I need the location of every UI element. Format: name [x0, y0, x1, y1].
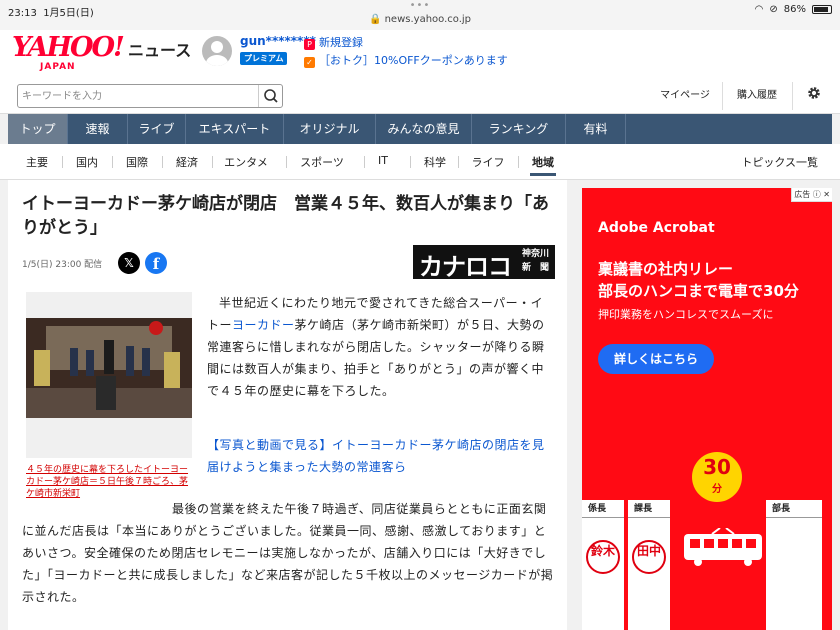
divider [458, 156, 459, 168]
premium-badge: プレミアム [240, 52, 288, 65]
global-nav: トップ 速報 ライブ エキスパート オリジナル みんなの意見 ランキング 有料 [8, 114, 832, 144]
photo-video-link[interactable]: 【写真と動画で見る】イトーヨーカドー茅ケ崎店の閉店を見届けようと集まった大勢の常… [207, 434, 555, 478]
coupon-link[interactable]: ✓ ［おトク］10%OFFクーポンあります [304, 52, 508, 68]
divider [518, 156, 519, 168]
divider [62, 156, 63, 168]
gear-icon [808, 87, 820, 99]
global-nav-tab[interactable]: 有料 [566, 114, 626, 144]
train-icon [684, 528, 762, 566]
mypage-link[interactable]: マイページ [650, 84, 720, 108]
category-tab[interactable]: スポーツ [298, 154, 346, 176]
article-paragraph: 半世紀近くにわたり地元で愛されてきた総合スーパー・イトーヨーカドー茅ケ崎店（茅ケ… [207, 296, 545, 398]
status-icons: ◠ ⊘ 86% [755, 4, 832, 15]
news-service-label[interactable]: ニュース [128, 37, 191, 61]
article-photo[interactable] [26, 292, 192, 458]
divider [286, 156, 287, 168]
ad-stamp-card: 課長 田中 [628, 500, 670, 630]
category-tab[interactable]: IT [376, 154, 390, 176]
site-header: YAHOO! JAPAN ニュース gun******** プレミアム P 新規登… [0, 30, 840, 78]
url-bar[interactable]: 🔒 news.yahoo.co.jp [0, 14, 840, 25]
x-icon: 𝕏 [124, 256, 134, 270]
global-nav-tab[interactable]: ライブ [128, 114, 186, 144]
purchase-history-link[interactable]: 購入履歴 [724, 84, 790, 108]
search-button[interactable] [258, 85, 282, 107]
ad-stamp: 田中 [632, 540, 666, 574]
category-tab[interactable]: 地域 [530, 154, 556, 176]
category-tab[interactable]: 科学 [422, 154, 448, 176]
global-nav-tab[interactable]: オリジナル [284, 114, 376, 144]
orientation-lock-icon: ⊘ [769, 4, 778, 15]
category-tab[interactable]: 経済 [174, 154, 200, 176]
info-icon[interactable]: ⓘ [813, 190, 821, 199]
divider [722, 82, 723, 110]
status-bar: 23:13 1月5日(日) ••• 🔒 news.yahoo.co.jp ◠ ⊘… [0, 0, 840, 30]
photo-caption-link[interactable]: ４５年の歴史に幕を下ろしたイトーヨーカドー茅ケ崎店＝５日午後７時ごろ、茅ケ崎市新… [26, 464, 192, 500]
publisher-logo[interactable]: カナロコ 神奈川新 聞 [413, 245, 555, 281]
global-nav-tab[interactable]: エキスパート [186, 114, 284, 144]
category-tab[interactable]: 国際 [124, 154, 150, 176]
global-nav-tab[interactable]: 速報 [68, 114, 128, 144]
ad-brand: Adobe Acrobat [598, 220, 715, 236]
ad-headline-1: 稟議書の社内リレー [598, 260, 734, 278]
category-tab[interactable]: 主要 [24, 154, 50, 176]
ad-label[interactable]: 広告 ⓘ ✕ [791, 188, 832, 202]
ad-banner[interactable]: 広告 ⓘ ✕ Adobe Acrobat 稟議書の社内リレー 部長のハンコまで電… [582, 188, 832, 630]
article: イトーヨーカドー茅ケ崎店が閉店 営業４５年、数百人が集まり「ありがとう」 1/5… [8, 180, 567, 630]
ad-badge: 30 分 [692, 452, 742, 502]
category-tab[interactable]: ライフ [470, 154, 506, 176]
ad-headline-2: 部長のハンコまで電車で30分 [598, 282, 799, 300]
ad-cta-button[interactable]: 詳しくはこちら [598, 344, 714, 374]
search-box [17, 84, 283, 108]
divider [364, 156, 365, 168]
inline-link[interactable]: ヨーカドー [232, 318, 295, 332]
divider [212, 156, 213, 168]
divider [792, 82, 793, 110]
battery-percent: 86% [783, 4, 806, 15]
ad-stamp: 鈴木 [586, 540, 620, 574]
ad-subtext: 押印業務をハンコレスでスムーズに [598, 308, 774, 321]
avatar[interactable] [202, 36, 232, 66]
global-nav-tab[interactable]: ランキング [472, 114, 566, 144]
search-row: マイページ 購入履歴 [0, 78, 840, 114]
global-nav-tab[interactable]: トップ [8, 114, 68, 144]
ad-stamp-card: 部長 [766, 500, 822, 630]
article-paragraph: 最後の営業を終えた午後７時過ぎ、同店従業員らとともに正面玄関に並んだ店長は「本当… [22, 502, 554, 604]
global-nav-tab[interactable]: みんなの意見 [376, 114, 472, 144]
divider [112, 156, 113, 168]
article-meta: 1/5(日) 23:00 配信 [22, 260, 103, 270]
topics-list-link[interactable]: トピックス一覧 [741, 154, 818, 170]
category-tab[interactable]: エンタメ [224, 154, 268, 176]
more-dots-icon[interactable]: ••• [0, 0, 840, 11]
signup-link[interactable]: P 新規登録 [304, 34, 363, 50]
ad-stamp-card: 係長 鈴木 [582, 500, 624, 630]
divider [162, 156, 163, 168]
category-nav: トピックス一覧 主要 国内 国際 経済 エンタメ スポーツ IT 科学 ライフ 地域 [0, 144, 840, 180]
search-icon [264, 89, 278, 103]
article-headline: イトーヨーカドー茅ケ崎店が閉店 営業４５年、数百人が集まり「ありがとう」 [22, 194, 549, 238]
coupon-icon: ✓ [304, 57, 315, 68]
share-x-button[interactable]: 𝕏 [118, 252, 140, 274]
share-facebook-button[interactable]: f [145, 252, 167, 274]
settings-button[interactable] [796, 84, 832, 108]
category-tab[interactable]: 国内 [74, 154, 100, 176]
battery-icon [812, 5, 832, 14]
close-icon[interactable]: ✕ [823, 190, 830, 199]
yahoo-japan-logo[interactable]: YAHOO! JAPAN [12, 34, 132, 74]
search-input[interactable] [22, 88, 252, 104]
paypay-icon: P [304, 39, 315, 50]
facebook-icon: f [152, 255, 160, 273]
wifi-icon: ◠ [754, 4, 764, 15]
divider [410, 156, 411, 168]
